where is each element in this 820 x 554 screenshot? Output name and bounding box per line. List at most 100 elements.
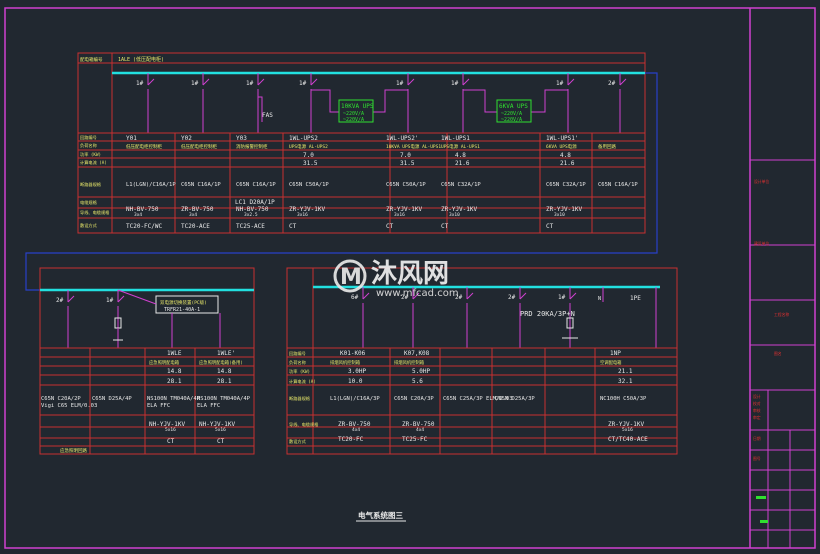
top-extra-breaker: LC1 D20A/1P (235, 199, 275, 206)
top-col-name: 消防报警控制柜 (236, 143, 268, 150)
left-branch-2-switch-icon (117, 295, 125, 303)
right-panel: 6# 2# 2# 2# 1# N 1PE PRD 20KA/3P+N 回路编号负荷名称功率 … (286, 267, 678, 455)
right-branch-5-tag: 1# (558, 294, 566, 301)
top-col-amp: 21.6 (455, 160, 470, 167)
tb-green-mark-1 (756, 496, 766, 499)
top-col-name: 低压配电柜控制柜 (126, 143, 162, 150)
top-table: 回路编号负荷名称功率 (KW)计算电流 (A) 断路器规格电缆规格导线、电缆规格敷… (78, 132, 646, 234)
left-panel: 双电源切换装置(PC级) TRFR21-40A-1 2# 1# C65N C20A… (39, 267, 255, 455)
top-col-breaker: C65N C32A/1P (546, 182, 586, 188)
left-col-cable: NH-YJV-1KV (199, 421, 236, 428)
top-col-amp: 31.5 (303, 160, 318, 167)
left-col-cable: NH-YJV-1KV (149, 421, 186, 428)
top-header-value: 1ALE (低压配电柜) (118, 56, 164, 63)
left-col-laying: CT (167, 438, 175, 445)
ups1-out (373, 89, 408, 113)
top-col-code: 1WL-UPS2' (386, 135, 419, 142)
watermark: M 沐风网 www.mfcad.com (333, 259, 459, 299)
right-row-label-3: 计算电流 (A) (289, 378, 316, 385)
top-col-cable: NH-BV-750 (236, 206, 269, 213)
right-col-laying: TC25-FC (402, 436, 428, 443)
top-col-kw: 4.8 (560, 152, 571, 159)
top-col-code: Y01 (126, 135, 137, 142)
right-row-label-5: 导线、电缆规格 (289, 421, 319, 428)
ups-box-10kva-out2: ~220V/A (343, 117, 364, 123)
left-col-breaker: NS100N TM040A/4P (147, 396, 201, 402)
watermark-logo-letter: M (340, 265, 362, 290)
right-col-name: 空调配电箱 (600, 359, 622, 366)
top-branch-2-tag: 1# (191, 80, 199, 87)
ups-box-10kva-title: 10KVA UPS (341, 103, 374, 110)
top-col-breaker: C65N C32A/1P (441, 182, 481, 188)
top-branch-4-tag: 1# (299, 80, 307, 87)
left-col-breaker: C65N D25A/4P (92, 396, 132, 402)
right-col-breaker: C65N C20A/3P (394, 396, 434, 402)
tb-label: 图号 (753, 456, 761, 461)
left-col-breaker: C65N C20A/2P (41, 396, 81, 402)
top-branches: 1# 1# 1# 1# 1# 1# 1# 2# (136, 73, 627, 133)
top-panel: 配电箱编号 1ALE (低压配电柜) 1# 1# 1# 1# 1# 1# 1# 2# 10KV… (25, 52, 658, 291)
ats-device-model: TRFR21-40A-1 (164, 307, 200, 313)
right-row-label-1: 负荷名称 (289, 359, 306, 366)
right-col-laying: CT/TC40-ACE (608, 436, 648, 443)
top-col-breaker: L1(LGN)/C16A/1P (126, 182, 176, 188)
left-col-code: 1WLE (167, 350, 182, 357)
top-col-cable: ZR-YJV-1KV (386, 206, 423, 213)
top-col-kw: 7.0 (303, 152, 314, 159)
right-col-name: 排烟风机控制箱 (330, 359, 361, 366)
right-branch-5-switch-icon (569, 292, 577, 300)
top-row-label-1: 负荷名称 (80, 142, 97, 149)
top-col-laying: CT (289, 223, 297, 230)
right-pe-label: 1PE (630, 295, 641, 302)
top-col-amp: 31.5 (400, 160, 415, 167)
top-col-laying: CT (386, 223, 394, 230)
right-branch-4-switch-icon (519, 292, 527, 300)
top-row-label-4: 断路器规格 (80, 181, 102, 188)
top-col-breaker: C65N C16A/1P (598, 182, 638, 188)
top-col-laying: CT (441, 223, 449, 230)
top-col-breaker: C65N C50A/1P (289, 182, 329, 188)
top-row-label-2: 功率 (KW) (80, 151, 101, 158)
right-branch-1-switch-icon (362, 292, 370, 300)
left-branch-1-switch-icon (67, 295, 75, 303)
top-col-name: 低压配电柜控制柜 (181, 143, 217, 150)
left-col-name: 应急照明配电箱 (149, 359, 180, 366)
top-col-laying: TC25-ACE (236, 223, 265, 230)
left-footer-label: 应急照明回路 (60, 447, 87, 454)
tb-label: 审定 (753, 415, 761, 420)
top-branch-7-switch-icon (567, 78, 575, 86)
left-table: C65N C20A/2PVigi C65 ELM/0.03C65N D25A/4… (40, 347, 254, 454)
tb-label: 设计单位 (754, 179, 769, 184)
right-col-cable: ZR-BV-750 (402, 421, 435, 428)
watermark-url: www.mfcad.com (376, 288, 459, 299)
right-col-name: 排烟风机控制箱 (394, 359, 425, 366)
top-row-label-0: 回路编号 (80, 134, 97, 141)
cad-drawing: 配电箱编号 1ALE (低压配电柜) 1# 1# 1# 1# 1# 1# 1# 2# 10KV… (4, 7, 816, 549)
top-col-laying: CT (546, 223, 554, 230)
fas-label: FAS (262, 112, 273, 119)
top-col-kw: 4.8 (455, 152, 466, 159)
top-col-cable: ZR-YJV-1KV (441, 206, 478, 213)
right-col-laying: TC20-FC (338, 436, 364, 443)
right-col-code: K07,K08 (404, 350, 430, 357)
top-branch-8-tag: 2# (608, 80, 616, 87)
ups-box-6kva-out2: ~220V/A (501, 117, 522, 123)
ups2-out (531, 89, 568, 113)
top-col-code: Y02 (181, 135, 192, 142)
top-row-label-5: 电缆规格 (80, 199, 98, 206)
top-col-breaker: C65N C16A/1P (181, 182, 221, 188)
top-col-code: 1WL-UPS1' (546, 135, 579, 142)
right-col-kw: 5.0HP (412, 368, 430, 375)
tb-label: 审核 (753, 408, 761, 413)
right-row-label-4: 断路器规格 (289, 395, 311, 402)
top-col-code: 1WL-UPS1 (441, 135, 470, 142)
right-col-amp: 5.6 (412, 378, 423, 385)
top-col-wire: 3x16 (297, 212, 308, 218)
tb-label: 日期 (753, 436, 761, 441)
left-col-wire: 5x16 (165, 427, 176, 433)
right-table: 回路编号负荷名称功率 (KW) 计算电流 (A) 断路器规格导线、电缆规格敷设方式 K… (287, 347, 677, 454)
top-col-wire: 3x16 (394, 212, 405, 218)
top-col-name: 10KVA UPS电源 AL-UPS1 (386, 143, 441, 150)
left-col-laying: CT (217, 438, 225, 445)
title-block: 设计单位建设单位工程名称图名设计校对审核审定日期图号 (750, 159, 815, 548)
